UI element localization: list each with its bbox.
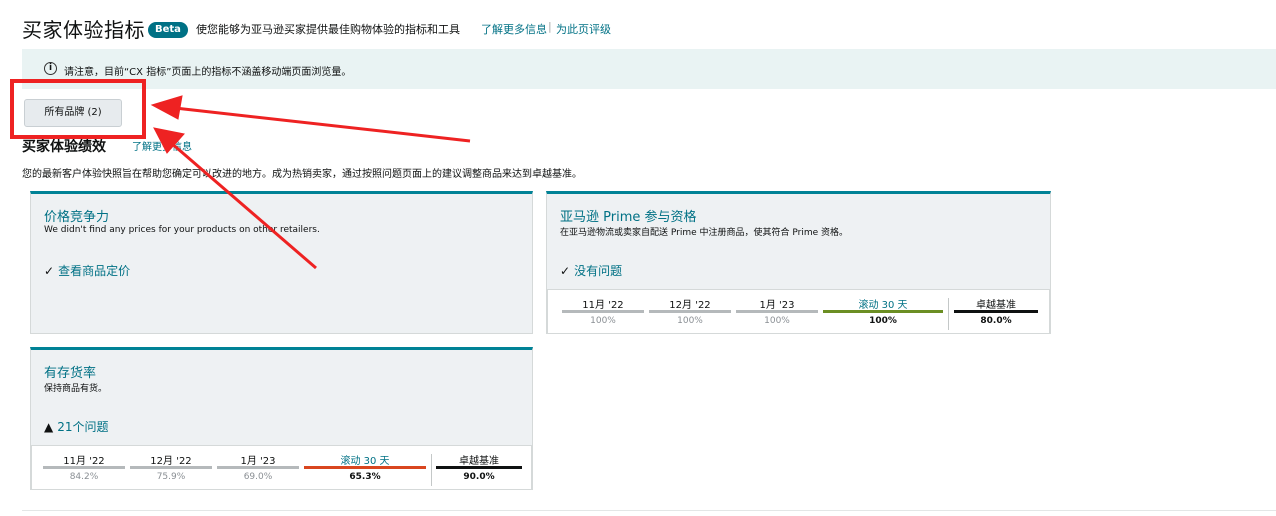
arrow-icon	[150, 95, 471, 270]
annotation-arrows	[150, 95, 471, 270]
